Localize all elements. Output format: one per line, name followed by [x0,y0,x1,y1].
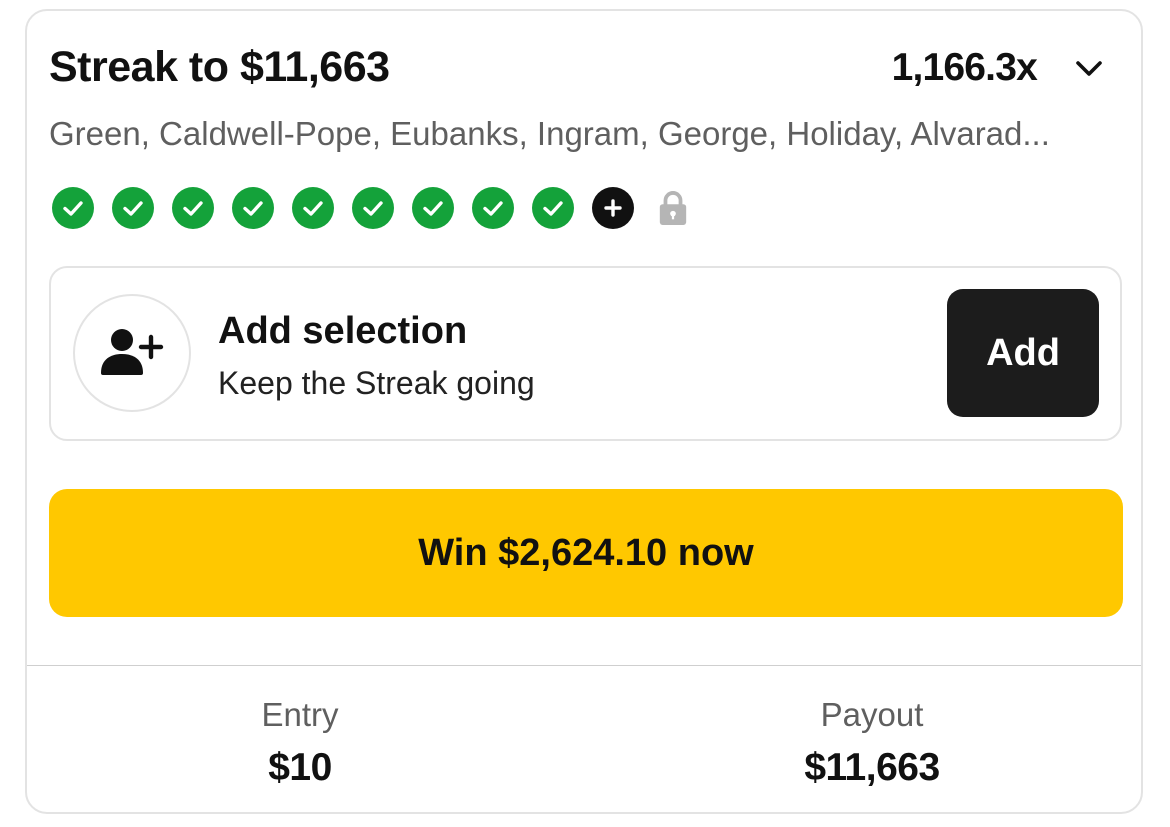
entry-label: Entry [261,696,339,733]
add-selection-subtitle: Keep the Streak going [218,365,535,401]
payout-stat: Payout $11,663 [722,693,1022,793]
streak-progress [52,186,694,230]
player-list: Green, Caldwell-Pope, Eubanks, Ingram, G… [49,115,1050,152]
add-button[interactable]: Add [947,289,1099,417]
streak-title: Streak to $11,663 [49,43,390,91]
divider [27,665,1141,666]
chevron-down-icon[interactable] [1071,51,1107,87]
check-circle-icon [532,187,574,229]
entry-stat: Entry $10 [150,693,450,793]
check-circle-icon [412,187,454,229]
check-circle-icon [472,187,514,229]
check-circle-icon [112,187,154,229]
add-selection-panel: Add selection Keep the Streak going Add [49,266,1122,441]
check-circle-icon [292,187,334,229]
lock-icon [652,186,694,230]
plus-circle-icon [592,187,634,229]
win-now-button[interactable]: Win $2,624.10 now [49,489,1123,617]
check-circle-icon [52,187,94,229]
payout-label: Payout [820,696,924,733]
payout-value: $11,663 [804,746,940,789]
check-circle-icon [352,187,394,229]
streak-card: Streak to $11,663 1,166.3x Green, Caldwe… [25,9,1143,814]
add-selection-title: Add selection [218,310,468,352]
check-circle-icon [172,187,214,229]
entry-value: $10 [268,746,332,789]
multiplier-value: 1,166.3x [891,46,1038,89]
check-circle-icon [232,187,274,229]
add-user-icon [73,294,191,412]
